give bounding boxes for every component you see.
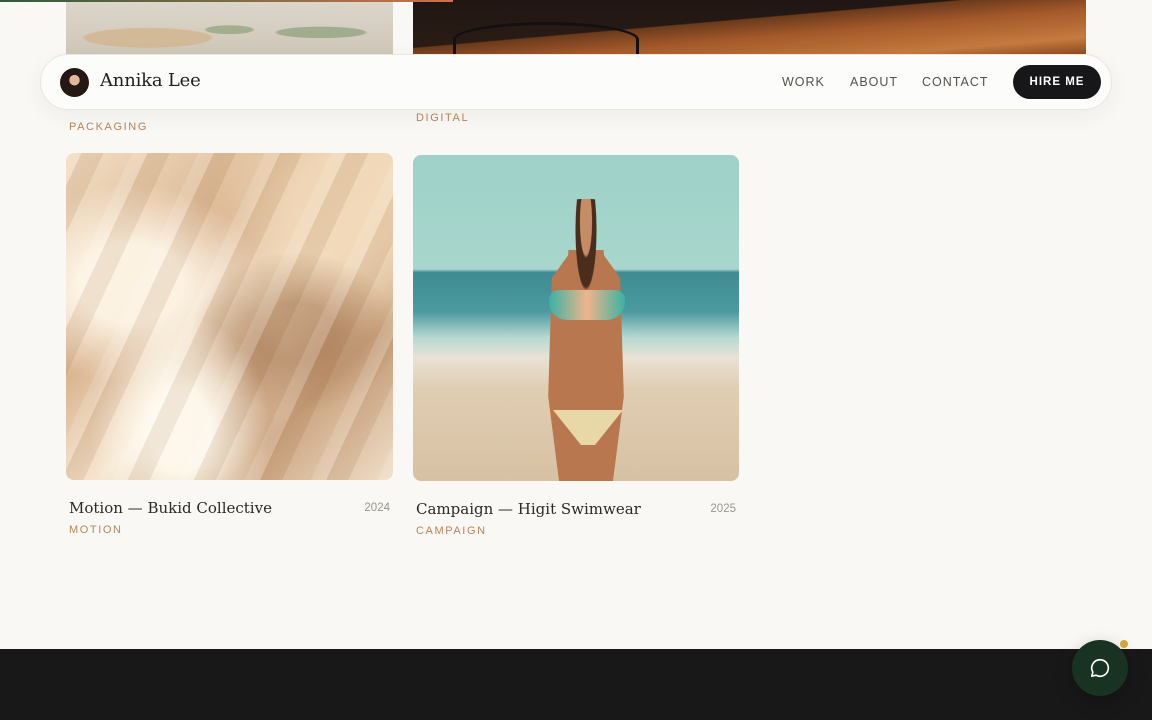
nav-link-about[interactable]: ABOUT [850, 75, 898, 89]
chat-bubble-icon [1090, 658, 1110, 678]
site-footer [0, 649, 1152, 720]
nav-link-contact[interactable]: CONTACT [922, 75, 989, 89]
top-navigation: Annika Lee WORK ABOUT CONTACT HIRE ME [40, 54, 1112, 110]
hire-me-button[interactable]: HIRE ME [1013, 65, 1101, 99]
packaging-tag: PACKAGING [69, 121, 148, 133]
card-year: 2024 [364, 502, 390, 514]
silk-fabric-image[interactable] [66, 153, 393, 480]
notification-dot [1120, 640, 1128, 648]
beach-campaign-image[interactable] [413, 155, 739, 481]
digital-project-image[interactable] [413, 0, 1086, 57]
card-meta: Campaign — Higit Swimwear 2025 CAMPAIGN [413, 500, 739, 540]
project-card-campaign[interactable]: Campaign — Higit Swimwear 2025 CAMPAIGN [413, 155, 739, 540]
card-title: Campaign — Higit Swimwear [416, 500, 641, 518]
brand-name[interactable]: Annika Lee [100, 70, 201, 91]
digital-tag: DIGITAL [416, 112, 470, 124]
card-tag: MOTION [69, 524, 123, 536]
card-meta: Motion — Bukid Collective 2024 MOTION [66, 499, 393, 539]
swim-top [549, 290, 625, 320]
project-card-motion[interactable]: Motion — Bukid Collective 2024 MOTION [66, 153, 393, 539]
card-title: Motion — Bukid Collective [69, 499, 272, 517]
scroll-progress-bar [0, 0, 453, 2]
card-year: 2025 [710, 503, 736, 515]
card-tag: CAMPAIGN [416, 525, 487, 537]
packaging-project-image[interactable] [66, 0, 393, 54]
avatar[interactable] [60, 68, 89, 97]
nav-link-work[interactable]: WORK [782, 75, 825, 89]
chat-button[interactable] [1072, 640, 1128, 696]
